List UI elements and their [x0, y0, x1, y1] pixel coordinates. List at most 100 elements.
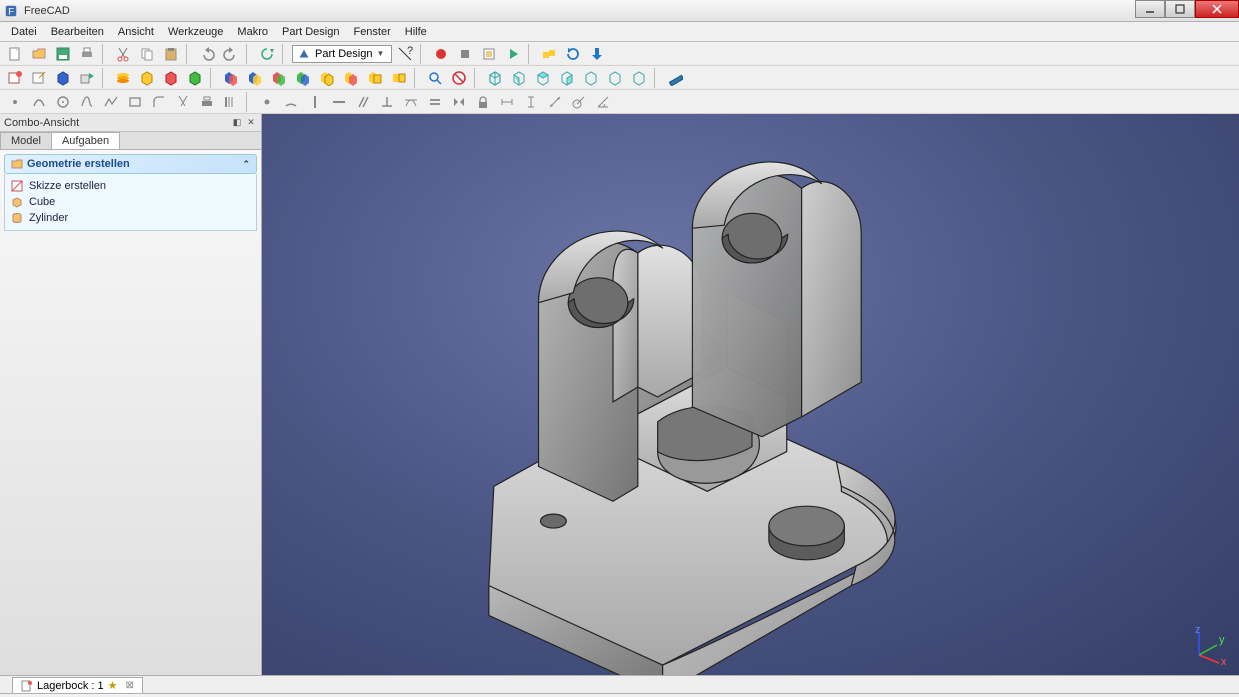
no-entry-icon[interactable] [448, 67, 470, 89]
sk-spline-icon[interactable] [76, 91, 98, 113]
3d-viewport[interactable]: x y z [262, 114, 1239, 675]
paste-icon[interactable] [160, 43, 182, 65]
bool2-icon[interactable] [244, 67, 266, 89]
dim-angle-icon[interactable] [592, 91, 614, 113]
download-icon[interactable] [586, 43, 608, 65]
panel-float-icon[interactable]: ◧ [231, 117, 243, 129]
menu-ansicht[interactable]: Ansicht [111, 24, 161, 40]
con-parallel-icon[interactable] [352, 91, 374, 113]
task-item-label: Skizze erstellen [29, 180, 106, 192]
dim-diag-icon[interactable] [544, 91, 566, 113]
tab-aufgaben[interactable]: Aufgaben [51, 132, 120, 149]
con-vertical-icon[interactable] [304, 91, 326, 113]
tab-model[interactable]: Model [0, 132, 52, 149]
refresh-blue-icon[interactable] [562, 43, 584, 65]
sk-fillet-icon[interactable] [148, 91, 170, 113]
prim-box-y-icon[interactable] [136, 67, 158, 89]
menu-fenster[interactable]: Fenster [346, 24, 397, 40]
view-front-icon[interactable] [508, 67, 530, 89]
menu-bar: Datei Bearbeiten Ansicht Werkzeuge Makro… [0, 22, 1239, 42]
bool1-icon[interactable] [220, 67, 242, 89]
part-export-icon[interactable] [76, 67, 98, 89]
macro-stop-icon[interactable] [454, 43, 476, 65]
refresh-icon[interactable] [256, 43, 278, 65]
open-icon[interactable] [28, 43, 50, 65]
menu-hilfe[interactable]: Hilfe [398, 24, 434, 40]
view-right-icon[interactable] [556, 67, 578, 89]
cut-icon[interactable] [112, 43, 134, 65]
prim-stack-icon[interactable] [112, 67, 134, 89]
bool7-icon[interactable] [364, 67, 386, 89]
minimize-button[interactable] [1135, 0, 1165, 18]
part-create-icon[interactable] [4, 67, 26, 89]
sk-rect-icon[interactable] [124, 91, 146, 113]
dim-vert-icon[interactable] [520, 91, 542, 113]
save-icon[interactable] [52, 43, 74, 65]
dim-unknown1-icon[interactable] [538, 43, 560, 65]
new-icon[interactable] [4, 43, 26, 65]
prim-box-r-icon[interactable] [160, 67, 182, 89]
sk-trim-icon[interactable] [172, 91, 194, 113]
con-lock-icon[interactable] [472, 91, 494, 113]
con-symmetric-icon[interactable] [448, 91, 470, 113]
sk-offset-icon[interactable] [196, 91, 218, 113]
maximize-button[interactable] [1165, 0, 1195, 18]
menu-werkzeuge[interactable]: Werkzeuge [161, 24, 230, 40]
macro-list-icon[interactable] [478, 43, 500, 65]
bool4-icon[interactable] [292, 67, 314, 89]
chevron-up-icon: ⌃ [242, 159, 250, 170]
panel-close-icon[interactable]: ✕ [245, 117, 257, 129]
menu-partdesign[interactable]: Part Design [275, 24, 346, 40]
measure-icon[interactable] [664, 67, 686, 89]
toolbar-part [0, 66, 1239, 90]
con-arc-icon[interactable] [280, 91, 302, 113]
close-tab-icon[interactable]: ⊠ [126, 680, 134, 691]
status-bar: 198.89 x 111.80 mm [0, 693, 1239, 697]
view-back-icon[interactable] [580, 67, 602, 89]
view-top-icon[interactable] [532, 67, 554, 89]
bool3-icon[interactable] [268, 67, 290, 89]
sk-line-icon[interactable] [28, 91, 50, 113]
menu-datei[interactable]: Datei [4, 24, 44, 40]
bool5-icon[interactable] [316, 67, 338, 89]
con-equal-icon[interactable] [424, 91, 446, 113]
menu-makro[interactable]: Makro [230, 24, 275, 40]
view-iso-icon[interactable] [484, 67, 506, 89]
sk-extend-icon[interactable] [220, 91, 242, 113]
bool6-icon[interactable] [340, 67, 362, 89]
copy-icon[interactable] [136, 43, 158, 65]
macro-play-icon[interactable] [502, 43, 524, 65]
document-tab-label: Lagerbock : 1 [37, 680, 104, 692]
bool8-icon[interactable] [388, 67, 410, 89]
undo-icon[interactable] [196, 43, 218, 65]
whatsthis-icon[interactable]: ? [394, 43, 416, 65]
task-header-geometrie[interactable]: Geometrie erstellen ⌃ [4, 154, 257, 174]
task-item-cube[interactable]: Cube [11, 194, 250, 210]
workbench-selector[interactable]: Part Design ▼ [292, 45, 392, 63]
task-item-skizze[interactable]: Skizze erstellen [11, 178, 250, 194]
con-perp-icon[interactable] [376, 91, 398, 113]
document-tab[interactable]: Lagerbock : 1 ★ ⊠ [12, 677, 143, 693]
task-item-zylinder[interactable]: Zylinder [11, 210, 250, 226]
part-edit-icon[interactable] [28, 67, 50, 89]
svg-text:x: x [1221, 656, 1227, 665]
con-tangent-icon[interactable] [400, 91, 422, 113]
redo-icon[interactable] [220, 43, 242, 65]
view-left-icon[interactable] [628, 67, 650, 89]
menu-bearbeiten[interactable]: Bearbeiten [44, 24, 111, 40]
zoom-fit-icon[interactable] [424, 67, 446, 89]
con-point-icon[interactable] [256, 91, 278, 113]
view-bottom-icon[interactable] [604, 67, 626, 89]
sk-point-icon[interactable] [4, 91, 26, 113]
dim-radius-icon[interactable] [568, 91, 590, 113]
chevron-down-icon: ▼ [376, 49, 384, 58]
close-button[interactable] [1195, 0, 1239, 18]
sk-polyline-icon[interactable] [100, 91, 122, 113]
prim-box-g-icon[interactable] [184, 67, 206, 89]
con-horizontal-icon[interactable] [328, 91, 350, 113]
print-icon[interactable] [76, 43, 98, 65]
macro-record-icon[interactable] [430, 43, 452, 65]
dim-dist-icon[interactable] [496, 91, 518, 113]
part-box-blue-icon[interactable] [52, 67, 74, 89]
sk-circle-icon[interactable] [52, 91, 74, 113]
